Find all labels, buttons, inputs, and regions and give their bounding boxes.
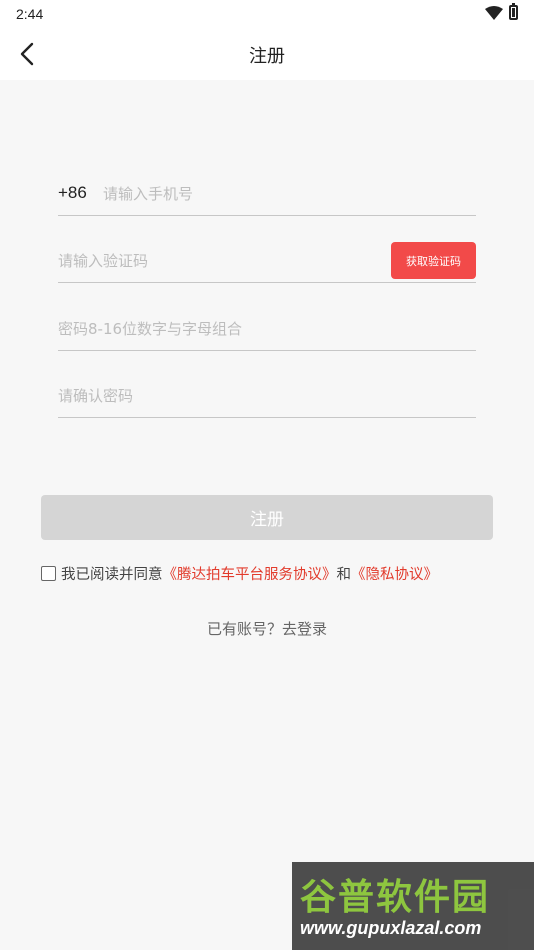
service-agreement-link[interactable]: 《腾达拍车平台服务协议》 (163, 563, 337, 584)
agreement-row: 我已阅读并同意 《腾达拍车平台服务协议》 和 《隐私协议》 (41, 563, 438, 584)
password-input[interactable] (58, 319, 476, 338)
watermark: 谷普软件园 www.gupuxlazal.com (292, 862, 534, 950)
register-form: +86 获取验证码 (58, 148, 476, 418)
battery-icon (509, 3, 518, 20)
watermark-url: www.gupuxlazal.com (300, 918, 482, 938)
confirm-row (58, 351, 476, 418)
register-button[interactable]: 注册 (41, 495, 493, 540)
wifi-icon (485, 5, 503, 20)
privacy-agreement-link[interactable]: 《隐私协议》 (351, 563, 438, 584)
phone-input[interactable] (103, 184, 473, 203)
agreement-prefix: 我已阅读并同意 (61, 567, 163, 583)
nav-bar: 注册 (0, 28, 534, 80)
status-bar: 2:44 (0, 0, 534, 28)
watermark-title: 谷普软件园 (300, 877, 491, 918)
get-code-button[interactable]: 获取验证码 (391, 242, 476, 279)
agree-checkbox[interactable] (41, 566, 56, 581)
confirm-password-input[interactable] (58, 387, 476, 405)
password-row (58, 283, 476, 351)
page-title: 注册 (249, 46, 285, 67)
agreement-and: 和 (336, 567, 352, 583)
code-row: 获取验证码 (58, 216, 476, 283)
status-time: 2:44 (16, 6, 44, 22)
go-login-link[interactable]: 已有账号？去登录 (0, 618, 534, 639)
phone-row: +86 (58, 148, 476, 216)
phone-prefix: +86 (58, 182, 87, 202)
code-input[interactable] (58, 252, 378, 270)
status-icons (485, 3, 518, 20)
